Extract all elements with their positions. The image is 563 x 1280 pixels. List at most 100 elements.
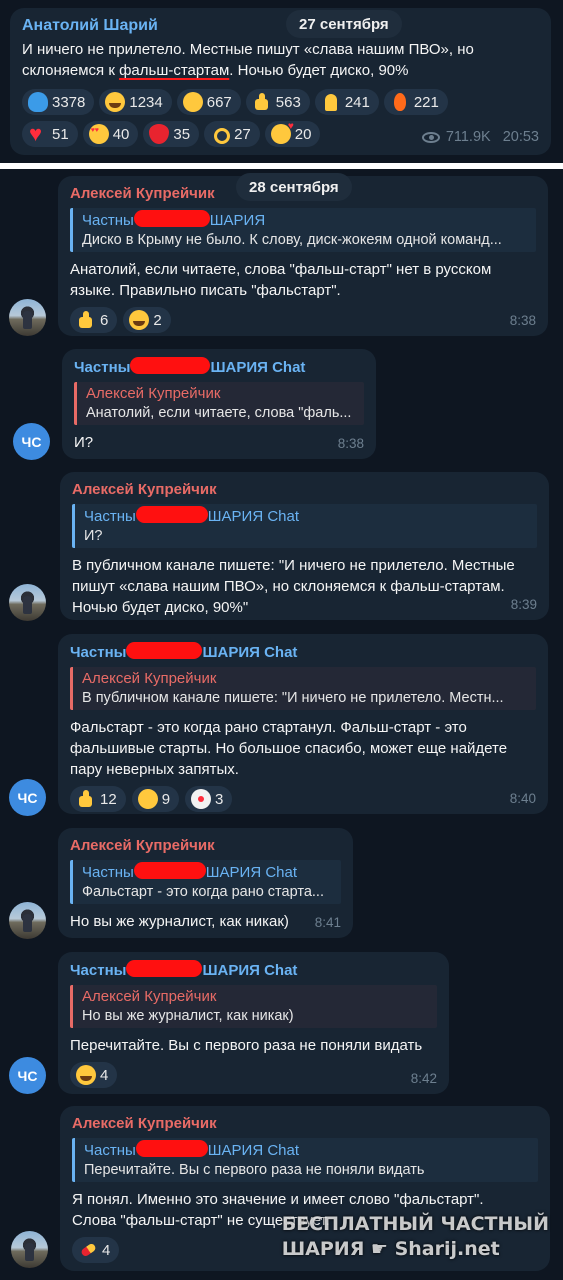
reaction-kissing-heart[interactable]: 20 xyxy=(264,121,321,147)
avatar[interactable]: ЧС xyxy=(13,423,50,460)
reply-author-part: ШАРИЯ xyxy=(209,212,266,229)
message-sender[interactable]: Частны ШАРИЯ Chat xyxy=(70,642,536,663)
reaction-count: 4 xyxy=(100,1066,109,1084)
message-sender[interactable]: Частны ШАРИЯ Chat xyxy=(74,357,364,378)
reaction-grinning[interactable]: 2 xyxy=(123,307,171,333)
message-time: 8:40 xyxy=(509,791,536,806)
red-heart-icon xyxy=(28,121,48,147)
avatar[interactable]: ЧС xyxy=(9,779,46,816)
reaction-thumbs-up[interactable]: 563 xyxy=(245,89,310,115)
message-text: И? xyxy=(74,434,94,451)
message-text: Но вы же журналист, как никак) xyxy=(70,913,289,930)
sender-part: Частны xyxy=(74,359,131,376)
reaction-pill[interactable]: 4 xyxy=(72,1237,120,1263)
reaction-count: 51 xyxy=(52,125,69,143)
message-reactions: 6 2 xyxy=(70,307,536,333)
grinning-face-icon xyxy=(129,310,150,330)
message-sender[interactable]: Частны ШАРИЯ Chat xyxy=(70,960,437,981)
strawberry-icon xyxy=(149,124,170,144)
reply-text: И? xyxy=(84,528,103,544)
sender-part: Частны xyxy=(70,644,127,661)
reaction-count: 40 xyxy=(112,125,130,143)
post-reactions: 3378 1234 667 563 241 221 51 40 35 27 20 xyxy=(22,89,482,147)
message-sender[interactable]: Алексей Купрейчик xyxy=(72,480,537,500)
reaction-grinning[interactable]: 1234 xyxy=(99,89,172,115)
message-time: 8:38 xyxy=(509,313,536,328)
reaction-thumbs-up[interactable]: 12 xyxy=(70,786,126,812)
message-text: В публичном канале пишете: "И ничего не … xyxy=(72,557,515,616)
post-text-highlight: фальш-стартам xyxy=(119,62,230,79)
reply-preview[interactable]: Частны ШАРИЯ Chat И? xyxy=(72,504,537,548)
post-text: И ничего не прилетело. Местные пишут «сл… xyxy=(22,39,537,81)
channel-post[interactable]: Анатолий Шарий И ничего не прилетело. Ме… xyxy=(10,8,551,155)
sender-part: ШАРИЯ Chat xyxy=(202,962,298,979)
reply-author: Алексей Купрейчик xyxy=(86,385,221,402)
reaction-count: 12 xyxy=(100,790,117,808)
reply-author-part: Частны xyxy=(82,212,134,229)
reply-author: Алексей Купрейчик xyxy=(82,988,217,1005)
message-text: Фальстарт - это когда рано стартанул. Фа… xyxy=(70,719,508,778)
reaction-thumbs-up[interactable]: 6 xyxy=(70,307,118,333)
message-bubble[interactable]: Алексей Купрейчик Частны ШАРИЯ Chat Фальс… xyxy=(58,828,353,938)
reaction-count: 3 xyxy=(215,790,224,808)
message-reactions: 12 9 3 xyxy=(70,785,536,813)
reply-author-part: Частны xyxy=(84,508,136,525)
message-bubble[interactable]: Частны ШАРИЯ Chat Алексей Купрейчик В пуб… xyxy=(58,634,548,814)
reaction-count: 27 xyxy=(234,125,251,143)
reaction-heart[interactable]: 51 xyxy=(22,121,78,147)
redaction-mark xyxy=(126,960,203,977)
reaction-clown[interactable]: 3 xyxy=(185,786,233,812)
reaction-count: 563 xyxy=(275,93,301,111)
mind-blown-icon xyxy=(182,92,203,112)
heart-eyes-icon xyxy=(88,124,109,144)
grinning-face-icon xyxy=(76,1065,96,1085)
avatar[interactable] xyxy=(9,584,46,621)
avatar[interactable] xyxy=(9,299,46,336)
reply-preview[interactable]: Частны ШАРИЯ Диско в Крыму не было. К сло… xyxy=(70,208,536,252)
message-sender[interactable]: Алексей Купрейчик xyxy=(70,836,341,856)
avatar[interactable] xyxy=(11,1231,48,1268)
reply-author: Частны ШАРИЯ Chat xyxy=(84,1140,538,1160)
post-author[interactable]: Анатолий Шарий xyxy=(22,16,539,36)
message-bubble[interactable]: Частны ШАРИЯ Chat Алексей Купрейчик Анато… xyxy=(62,349,376,459)
reaction-count: 35 xyxy=(173,125,191,143)
redaction-mark xyxy=(135,1140,208,1157)
reaction-heart-eyes[interactable]: 40 xyxy=(82,121,139,147)
reply-preview[interactable]: Алексей Купрейчик В публичном канале пиш… xyxy=(70,667,536,710)
date-separator: 28 сентября xyxy=(236,173,352,201)
reply-text: Перечитайте. Вы с первого раза не поняли… xyxy=(84,1162,425,1178)
reaction-count: 2 xyxy=(153,311,162,329)
reply-preview[interactable]: Алексей Купрейчик Но вы же журналист, ка… xyxy=(70,985,437,1028)
reply-author: Частны ШАРИЯ xyxy=(82,210,536,230)
reaction-strawberry[interactable]: 35 xyxy=(143,121,200,147)
kissing-heart-icon xyxy=(270,121,294,144)
pill-icon xyxy=(78,1240,98,1260)
watermark-line: БЕСПЛАТНЫЙ ЧАСТНЫЙ xyxy=(281,1213,549,1235)
message-bubble[interactable]: Алексей Купрейчик Частны ШАРИЯ Chat И? В … xyxy=(60,472,549,620)
message-bubble[interactable]: Частны ШАРИЯ Chat Алексей Купрейчик Но вы… xyxy=(58,952,449,1094)
reply-author: Алексей Купрейчик xyxy=(82,670,217,687)
reaction-rofl[interactable]: 9 xyxy=(131,785,180,813)
sender-part: ШАРИЯ Chat xyxy=(202,644,298,661)
fire-icon xyxy=(390,92,410,112)
reaction-mind-blown[interactable]: 667 xyxy=(176,89,241,115)
reaction-count: 4 xyxy=(102,1241,111,1259)
reply-author: Частны ШАРИЯ Chat xyxy=(82,862,341,882)
reply-preview[interactable]: Алексей Купрейчик Анатолий, если читаете… xyxy=(74,382,364,425)
sender-part: Частны xyxy=(70,962,127,979)
reaction-pray[interactable]: 241 xyxy=(314,89,379,115)
avatar[interactable]: ЧС xyxy=(9,1057,46,1094)
reaction-fire[interactable]: 221 xyxy=(383,89,448,115)
reply-preview[interactable]: Частны ШАРИЯ Chat Перечитайте. Вы с перво… xyxy=(72,1138,538,1182)
clown-icon xyxy=(191,789,212,809)
reply-preview[interactable]: Частны ШАРИЯ Chat Фальстарт - это когда р… xyxy=(70,860,341,904)
reaction-count: 3378 xyxy=(52,93,86,111)
reaction-whale[interactable]: 3378 xyxy=(22,89,95,115)
message-sender[interactable]: Алексей Купрейчик xyxy=(72,1114,538,1134)
reaction-grinning[interactable]: 4 xyxy=(70,1062,118,1088)
redaction-mark xyxy=(133,862,206,879)
reply-author-part: ШАРИЯ Chat xyxy=(207,508,300,525)
reaction-ok-hand[interactable]: 27 xyxy=(204,121,260,147)
grinning-face-icon xyxy=(105,92,126,112)
avatar[interactable] xyxy=(9,902,46,939)
